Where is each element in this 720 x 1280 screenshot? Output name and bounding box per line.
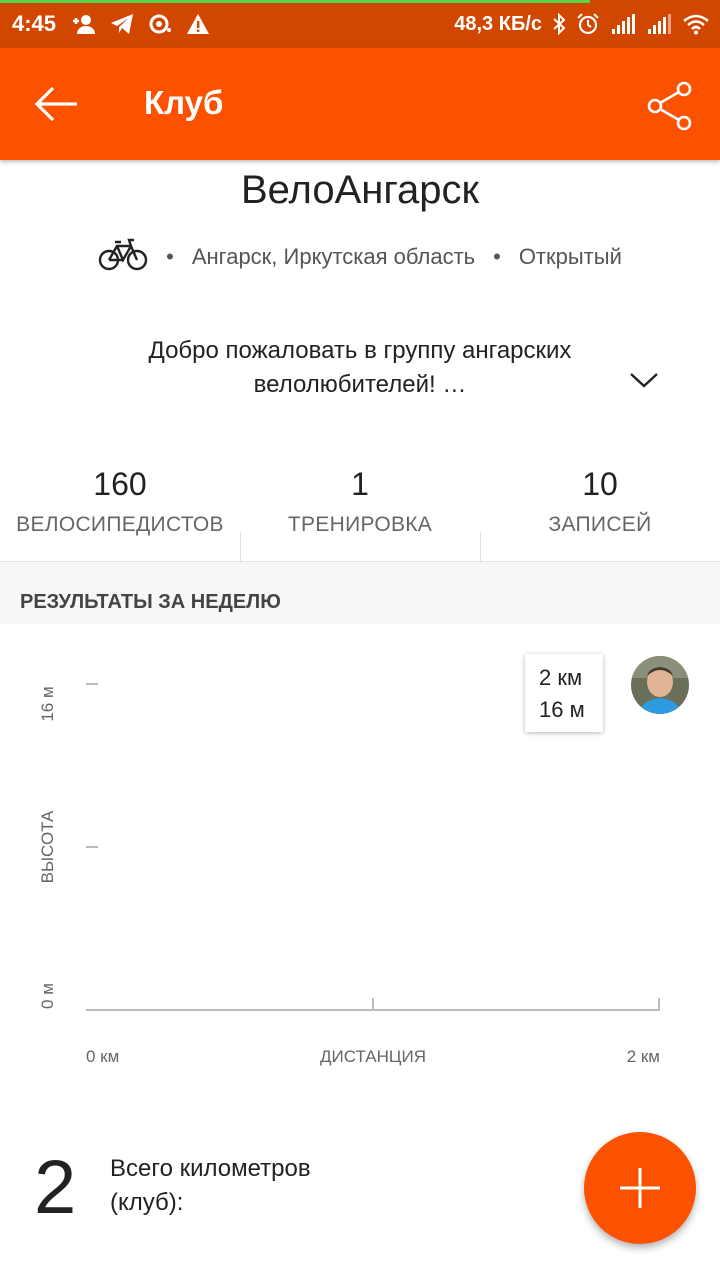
stat-value: 1	[351, 466, 369, 502]
total-distance-value: 2	[34, 1145, 77, 1230]
status-time: 4:45	[12, 11, 57, 36]
page-title: Клуб	[144, 84, 224, 121]
stat-workouts[interactable]: 1 ТРЕНИРОВКА	[240, 462, 480, 562]
chart-point-tooltip: 2 км 16 м	[525, 654, 603, 732]
x-tick-label: 0 км	[86, 1047, 119, 1066]
status-left: 4:45	[12, 10, 210, 38]
y-axis-label: ВЫСОТА	[38, 810, 57, 883]
club-stats: 160 ВЕЛОСИПЕДИСТОВ 1 ТРЕНИРОВКА 10 ЗАПИС…	[0, 462, 720, 562]
tooltip-distance: 2 км	[539, 665, 583, 690]
stat-value: 10	[582, 466, 618, 502]
bluetooth-icon	[552, 13, 566, 35]
elevation-chart: 16 м ВЫСОТА 0 м 0 км ДИСТАНЦИЯ 2 км 2 км…	[0, 624, 720, 1084]
stat-posts[interactable]: 10 ЗАПИСЕЙ	[480, 462, 720, 562]
club-description[interactable]: Добро пожаловать в группу ангарских вело…	[100, 334, 620, 402]
add-button[interactable]	[584, 1132, 696, 1244]
wifi-icon	[682, 13, 710, 35]
x-axis-label: ДИСТАНЦИЯ	[320, 1047, 426, 1066]
add-contact-icon	[70, 13, 96, 35]
signal-icon	[646, 13, 672, 35]
status-bar: 4:45 48,3 КБ/с	[0, 0, 720, 48]
section-title: РЕЗУЛЬТАТЫ ЗА НЕДЕЛЮ	[20, 591, 281, 613]
description-line: велолюбителей! …	[253, 371, 467, 398]
sync-icon	[148, 13, 172, 35]
total-distance-label: Всего километров (клуб):	[110, 1155, 311, 1216]
stat-label: ВЕЛОСИПЕДИСТОВ	[16, 513, 224, 536]
club-meta: • Ангарск, Иркутская область • Открытый	[0, 236, 720, 278]
warning-icon	[186, 13, 210, 35]
loading-indicator	[0, 0, 590, 3]
telegram-icon	[110, 13, 134, 35]
chart-svg: 16 м ВЫСОТА 0 м 0 км ДИСТАНЦИЯ 2 км	[38, 683, 660, 1066]
x-tick-label: 2 км	[627, 1047, 660, 1066]
club-name: ВелоАнгарск	[240, 168, 480, 212]
tooltip-elevation: 16 м	[539, 697, 585, 722]
weekly-results-header: РЕЗУЛЬТАТЫ ЗА НЕДЕЛЮ	[0, 562, 720, 624]
avatar[interactable]	[631, 656, 689, 714]
share-button[interactable]	[642, 78, 698, 134]
stat-value: 160	[93, 466, 147, 502]
club-privacy: Открытый	[518, 244, 622, 269]
stat-label: ТРЕНИРОВКА	[287, 513, 433, 536]
separator-dot: •	[166, 244, 174, 269]
signal-icon	[610, 13, 636, 35]
separator-dot: •	[493, 244, 501, 269]
alarm-icon	[576, 13, 600, 35]
stat-label: ЗАПИСЕЙ	[548, 513, 652, 536]
share-icon	[647, 81, 692, 131]
bicycle-icon	[98, 236, 148, 278]
plus-icon	[620, 1168, 660, 1208]
y-tick-label: 16 м	[38, 686, 57, 721]
club-location: Ангарск, Иркутская область	[191, 244, 476, 269]
back-button[interactable]	[28, 76, 84, 132]
description-line: Добро пожаловать в группу ангарских	[148, 337, 572, 364]
y-tick-label: 0 м	[38, 983, 57, 1009]
expand-description-button[interactable]	[624, 362, 664, 398]
stat-members[interactable]: 160 ВЕЛОСИПЕДИСТОВ	[0, 462, 240, 561]
status-right: 48,3 КБ/с	[454, 10, 710, 38]
chevron-down-icon	[630, 373, 658, 388]
app-bar: Клуб	[0, 48, 720, 160]
network-speed: 48,3 КБ/с	[454, 12, 542, 35]
arrow-left-icon	[34, 86, 77, 122]
